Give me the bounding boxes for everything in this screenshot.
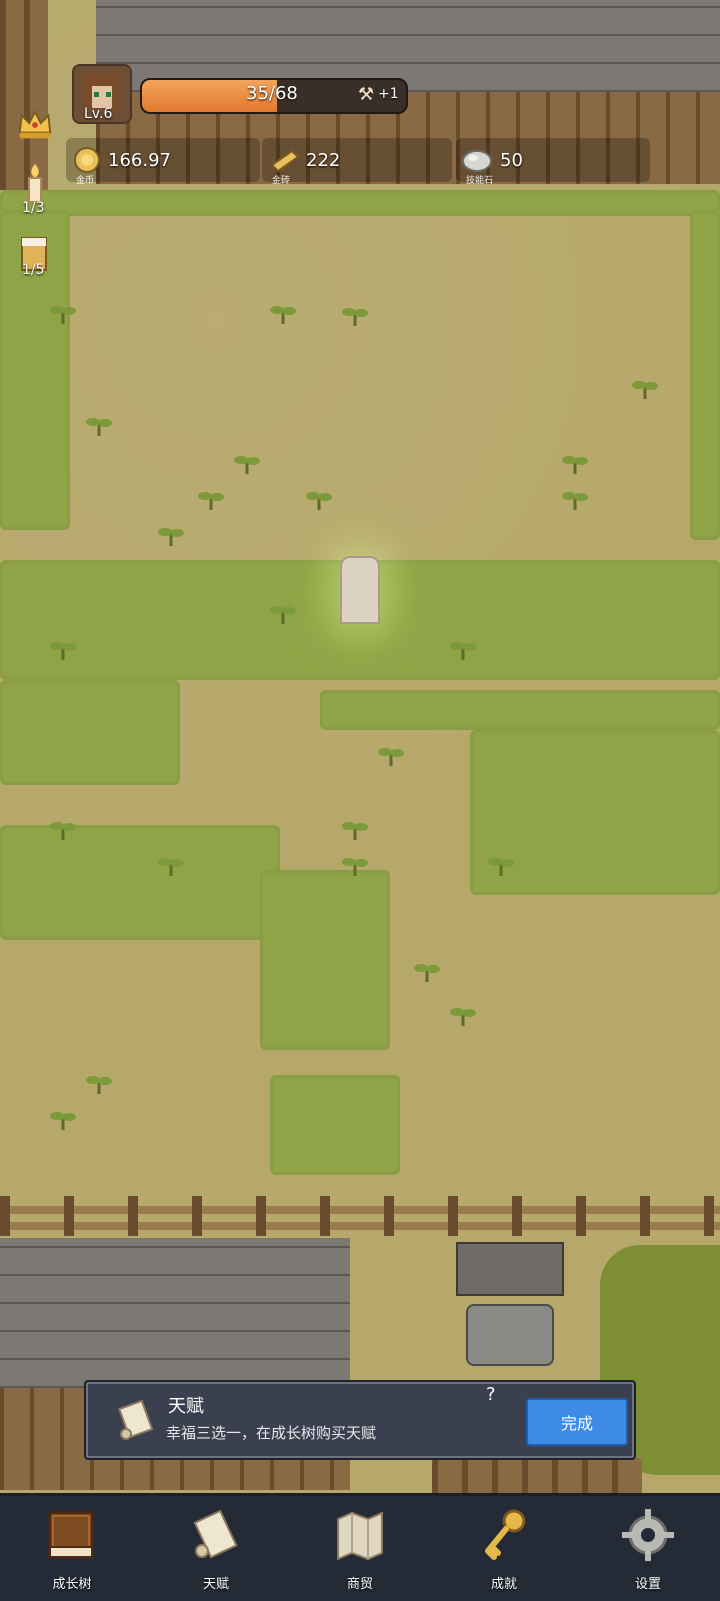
grass-patch <box>0 825 280 940</box>
resource-gold-coin[interactable]: 166.97 金币 <box>66 138 260 186</box>
nav-item-label: 成长树 <box>52 1577 92 1592</box>
nav-item-talent[interactable]: 天赋 <box>144 1496 288 1601</box>
nav-item-label: 成就 <box>490 1577 517 1592</box>
nav-item-label: 设置 <box>634 1577 661 1592</box>
crown-button[interactable] <box>14 104 56 146</box>
sprout <box>86 1076 112 1094</box>
sprout <box>50 642 76 660</box>
player-level: Lv.6 <box>84 106 113 122</box>
sprout <box>270 606 296 624</box>
book-icon <box>48 1511 94 1559</box>
sprout <box>50 822 76 840</box>
bottom-building-roof <box>0 1238 350 1394</box>
skill-stone-label: 技能石 <box>466 176 494 186</box>
task-title: 天赋 <box>168 1396 204 1417</box>
grass-patch <box>0 680 180 785</box>
scroll-icon <box>117 1399 154 1440</box>
wooden-fence <box>0 1196 720 1236</box>
sprout <box>450 1008 476 1026</box>
sprout <box>632 381 658 399</box>
sprout <box>342 822 368 840</box>
stone-well <box>456 1242 564 1366</box>
sprout <box>198 492 224 510</box>
nav-item-trade[interactable]: 商贸 <box>288 1496 432 1601</box>
game-stage[interactable]: Lv.6 35/68 ⚒ +1 166.97 金币 222 金砖 50 技能石 <box>0 0 720 1601</box>
resource-gold-bar[interactable]: 222 金砖 <box>262 138 452 186</box>
sprout <box>562 456 588 474</box>
nav-item-label: 商贸 <box>346 1577 373 1592</box>
sprout <box>488 858 514 876</box>
nav-item-achievement[interactable]: 成就 <box>432 1496 576 1601</box>
scroll-icon <box>193 1509 238 1559</box>
candle-counter: 1/3 <box>22 200 45 216</box>
done-button[interactable]: 完成 <box>526 1398 628 1446</box>
gold-bar-amount: 222 <box>306 149 341 171</box>
sprout <box>562 492 588 510</box>
question-mark-icon: ? <box>486 1384 496 1405</box>
gold-coin-label: 金币 <box>76 176 95 186</box>
sprout <box>50 306 76 324</box>
sprout <box>86 418 112 436</box>
sprout <box>342 858 368 876</box>
candle-icon <box>28 164 42 203</box>
sprout <box>414 964 440 982</box>
gold-coin-amount: 166.97 <box>108 149 171 171</box>
task-panel: 天赋 幸福三选一，在成长树购买天赋 ? 完成 <box>84 1380 636 1460</box>
xp-text: 35/68 <box>246 83 298 104</box>
gold-coin-icon <box>74 147 100 173</box>
beer-counter: 1/5 <box>22 262 45 278</box>
grass-patch <box>690 210 720 540</box>
sprout <box>234 456 260 474</box>
nav-item-growth-tree[interactable]: 成长树 <box>0 1496 144 1601</box>
candle-button[interactable] <box>14 162 56 204</box>
grass-patch <box>0 190 720 216</box>
sprout <box>50 1112 76 1130</box>
grass-patch <box>270 1075 400 1175</box>
sprout <box>450 642 476 660</box>
bottom-nav: 成长树 天赋 商贸 成就 设置 <box>0 1493 720 1601</box>
map-icon <box>337 1511 383 1561</box>
nav-item-settings[interactable]: 设置 <box>576 1496 720 1601</box>
sprout <box>158 528 184 546</box>
xp-bonus: +1 <box>378 86 399 102</box>
gold-bar-label: 金砖 <box>272 176 291 186</box>
key-icon <box>485 1509 526 1560</box>
sprout <box>378 748 404 766</box>
task-description: 幸福三选一，在成长树购买天赋 <box>166 1424 377 1442</box>
cart <box>432 1458 642 1498</box>
sprout <box>158 858 184 876</box>
resource-skill-stone[interactable]: 50 技能石 <box>456 138 650 186</box>
nav-item-label: 天赋 <box>202 1577 229 1592</box>
hammer-icon: ⚒ <box>358 84 375 105</box>
sprout <box>270 306 296 324</box>
tombstone-marker[interactable] <box>340 556 380 624</box>
sprout <box>306 492 332 510</box>
crown-icon <box>18 109 52 139</box>
grass-patch <box>260 870 390 1050</box>
help-button[interactable]: ? <box>486 1384 506 1405</box>
skill-stone-icon <box>462 150 492 172</box>
skill-stone-amount: 50 <box>500 149 523 171</box>
gold-bar-icon <box>270 149 300 173</box>
grass-patch <box>320 690 720 730</box>
gear-icon <box>622 1509 674 1561</box>
sprout <box>342 308 368 326</box>
